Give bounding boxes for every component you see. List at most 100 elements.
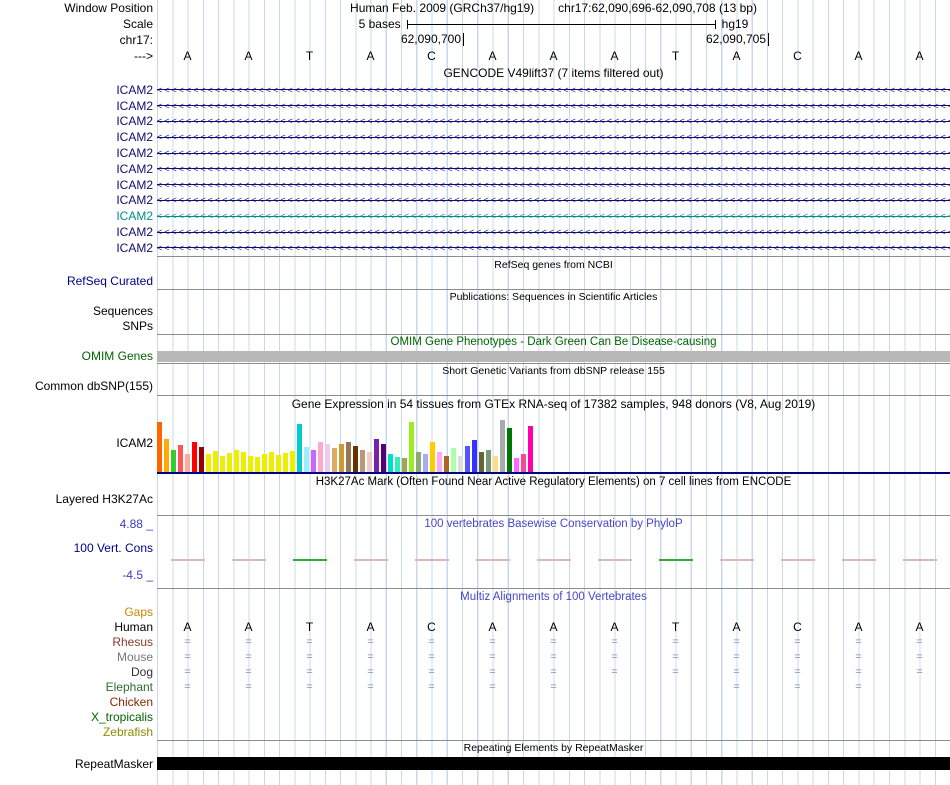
phylop-signal-track[interactable]: [157, 533, 950, 563]
omim-genes-track[interactable]: [157, 350, 950, 363]
gtex-expression-bar[interactable]: [500, 419, 505, 472]
species-label[interactable]: X_tropicalis: [0, 710, 157, 725]
gtex-expression-bar[interactable]: [283, 452, 288, 472]
species-alignment-track[interactable]: [157, 605, 950, 620]
omim-genes-label[interactable]: OMIM Genes: [0, 350, 157, 363]
species-alignment-track[interactable]: = = = = = = = = = =: [157, 680, 950, 695]
gene-label[interactable]: ICAM2: [0, 224, 157, 240]
species-label[interactable]: Human: [0, 620, 157, 635]
gtex-expression-bar[interactable]: [430, 441, 435, 472]
publications-sequences-label[interactable]: Sequences: [0, 304, 157, 319]
gtex-expression-bar[interactable]: [381, 443, 386, 472]
gene-direction-arrows[interactable]: <<<<<<<<<<<<<<<<<<<<<<<<<<<<<<<<<<<<<<<<…: [157, 132, 950, 143]
gtex-expression-bar[interactable]: [465, 445, 470, 472]
gene-direction-arrows[interactable]: <<<<<<<<<<<<<<<<<<<<<<<<<<<<<<<<<<<<<<<<…: [157, 211, 950, 222]
species-alignment-track[interactable]: [157, 725, 950, 740]
phylop-track-label[interactable]: 100 Vert. Cons: [0, 533, 157, 563]
gtex-expression-bar[interactable]: [388, 453, 393, 472]
gtex-gene-label[interactable]: ICAM2: [0, 412, 157, 474]
gtex-expression-bar[interactable]: [339, 443, 344, 472]
gtex-expression-bar[interactable]: [402, 457, 407, 472]
gene-track[interactable]: <<<<<<<<<<<<<<<<<<<<<<<<<<<<<<<<<<<<<<<<…: [157, 98, 950, 114]
gtex-expression-bar[interactable]: [353, 445, 358, 472]
species-alignment-track[interactable]: = = = = = = = = = = = = =: [157, 650, 950, 665]
gtex-expression-bar[interactable]: [332, 447, 337, 472]
publications-snps-label[interactable]: SNPs: [0, 319, 157, 334]
h3k27ac-label[interactable]: Layered H3K27Ac: [0, 490, 157, 516]
gene-direction-arrows[interactable]: <<<<<<<<<<<<<<<<<<<<<<<<<<<<<<<<<<<<<<<<…: [157, 148, 950, 159]
gtex-expression-bar[interactable]: [276, 454, 281, 472]
gene-label[interactable]: ICAM2: [0, 129, 157, 145]
dbsnp-track-title[interactable]: Short Genetic Variants from dbSNP releas…: [157, 362, 950, 378]
species-alignment-track[interactable]: = = = = = = = = = = = = =: [157, 665, 950, 680]
gtex-expression-bar[interactable]: [185, 453, 190, 472]
gene-track[interactable]: <<<<<<<<<<<<<<<<<<<<<<<<<<<<<<<<<<<<<<<<…: [157, 208, 950, 224]
gtex-expression-bar[interactable]: [472, 439, 477, 472]
gtex-expression-bar[interactable]: [227, 452, 232, 472]
gene-label[interactable]: ICAM2: [0, 145, 157, 161]
gene-direction-arrows[interactable]: <<<<<<<<<<<<<<<<<<<<<<<<<<<<<<<<<<<<<<<<…: [157, 179, 950, 190]
gene-direction-arrows[interactable]: <<<<<<<<<<<<<<<<<<<<<<<<<<<<<<<<<<<<<<<<…: [157, 227, 950, 238]
gtex-expression-bar[interactable]: [528, 425, 533, 472]
species-label[interactable]: Gaps: [0, 605, 157, 620]
gtex-expression-bar[interactable]: [451, 447, 456, 472]
base-ruler[interactable]: AATACAAATACAA: [157, 48, 950, 64]
h3k27ac-track-title[interactable]: H3K27Ac Mark (Often Found Near Active Re…: [157, 474, 950, 490]
gtex-expression-bar[interactable]: [157, 421, 162, 472]
gtex-expression-bar[interactable]: [255, 456, 260, 472]
gene-track[interactable]: <<<<<<<<<<<<<<<<<<<<<<<<<<<<<<<<<<<<<<<<…: [157, 145, 950, 161]
gtex-expression-bar[interactable]: [521, 453, 526, 472]
refseq-curated-label[interactable]: RefSeq Curated: [0, 273, 157, 289]
gene-label[interactable]: ICAM2: [0, 193, 157, 209]
gtex-expression-bar[interactable]: [171, 449, 176, 472]
gene-track[interactable]: <<<<<<<<<<<<<<<<<<<<<<<<<<<<<<<<<<<<<<<<…: [157, 177, 950, 193]
gtex-expression-bar[interactable]: [199, 446, 204, 472]
phylop-track-title[interactable]: 100 vertebrates Basewise Conservation by…: [157, 516, 950, 533]
species-alignment-track[interactable]: AATACAAATACAA: [157, 620, 950, 635]
gene-track[interactable]: <<<<<<<<<<<<<<<<<<<<<<<<<<<<<<<<<<<<<<<<…: [157, 114, 950, 130]
gtex-expression-bar[interactable]: [297, 423, 302, 472]
gtex-bars[interactable]: [157, 412, 950, 474]
species-label[interactable]: Zebrafish: [0, 725, 157, 740]
gtex-expression-bar[interactable]: [304, 446, 309, 472]
gtex-expression-bar[interactable]: [241, 451, 246, 472]
gene-label[interactable]: ICAM2: [0, 82, 157, 98]
gene-direction-arrows[interactable]: <<<<<<<<<<<<<<<<<<<<<<<<<<<<<<<<<<<<<<<<…: [157, 100, 950, 111]
gtex-expression-bar[interactable]: [493, 455, 498, 472]
coordinate-ruler[interactable]: 62,090,700 62,090,705: [157, 32, 950, 48]
repeatmasker-label[interactable]: RepeatMasker: [0, 756, 157, 772]
gene-label[interactable]: ICAM2: [0, 177, 157, 193]
omim-track-title[interactable]: OMIM Gene Phenotypes - Dark Green Can Be…: [157, 333, 950, 350]
gene-track[interactable]: <<<<<<<<<<<<<<<<<<<<<<<<<<<<<<<<<<<<<<<<…: [157, 240, 950, 256]
gene-label[interactable]: ICAM2: [0, 161, 157, 177]
repeatmasker-track-title[interactable]: Repeating Elements by RepeatMasker: [157, 739, 950, 756]
species-alignment-track[interactable]: [157, 695, 950, 710]
publications-snps-track[interactable]: [157, 319, 950, 334]
gtex-expression-bar[interactable]: [374, 438, 379, 472]
publications-track-title[interactable]: Publications: Sequences in Scientific Ar…: [157, 288, 950, 304]
gtex-expression-bar[interactable]: [248, 455, 253, 472]
gtex-expression-bar[interactable]: [192, 441, 197, 472]
multiz-track-title[interactable]: Multiz Alignments of 100 Vertebrates: [157, 587, 950, 605]
gtex-expression-bar[interactable]: [458, 455, 463, 472]
gtex-expression-bar[interactable]: [346, 441, 351, 472]
gtex-expression-bar[interactable]: [318, 441, 323, 472]
gtex-expression-bar[interactable]: [360, 449, 365, 472]
gene-track[interactable]: <<<<<<<<<<<<<<<<<<<<<<<<<<<<<<<<<<<<<<<<…: [157, 129, 950, 145]
gene-label[interactable]: ICAM2: [0, 240, 157, 256]
gtex-expression-bar[interactable]: [178, 444, 183, 472]
gtex-expression-bar[interactable]: [507, 427, 512, 472]
refseq-track-title[interactable]: RefSeq genes from NCBI: [157, 255, 950, 273]
gene-label[interactable]: ICAM2: [0, 114, 157, 130]
species-label[interactable]: Dog: [0, 665, 157, 680]
repeatmasker-track[interactable]: [157, 756, 950, 772]
gtex-expression-bar[interactable]: [423, 453, 428, 472]
species-alignment-track[interactable]: = = = = = = = = = = = = =: [157, 635, 950, 650]
gtex-expression-bar[interactable]: [290, 450, 295, 472]
species-alignment-track[interactable]: [157, 710, 950, 725]
gtex-expression-bar[interactable]: [486, 449, 491, 472]
gtex-expression-bar[interactable]: [164, 438, 169, 472]
gene-track[interactable]: <<<<<<<<<<<<<<<<<<<<<<<<<<<<<<<<<<<<<<<<…: [157, 193, 950, 209]
gtex-expression-bar[interactable]: [514, 457, 519, 472]
omim-gene-bar[interactable]: [157, 350, 950, 362]
